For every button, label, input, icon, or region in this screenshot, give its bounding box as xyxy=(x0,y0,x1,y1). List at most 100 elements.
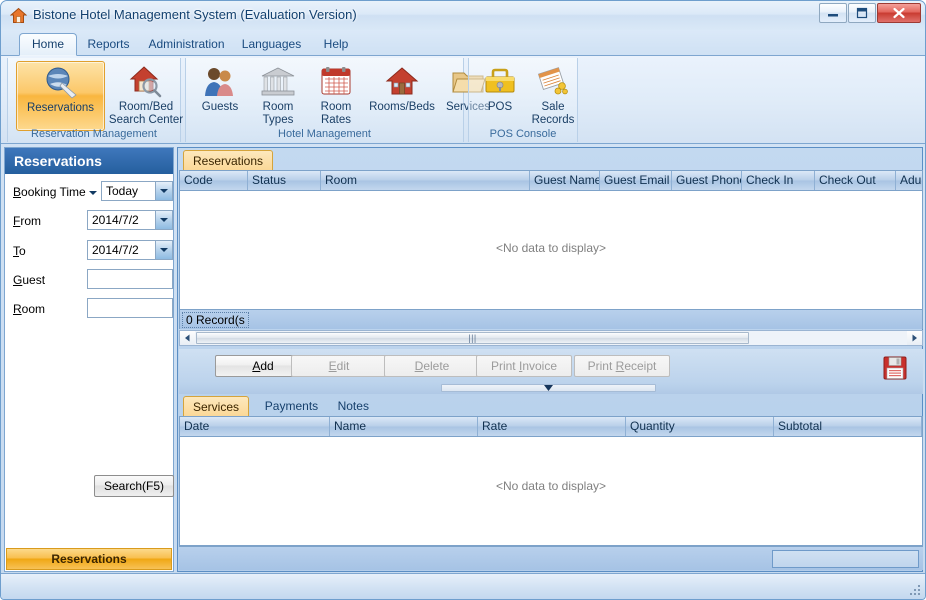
ribbon-button-rooms-beds[interactable]: Rooms/Beds xyxy=(365,61,439,123)
chevron-down-icon[interactable] xyxy=(155,182,172,200)
column-header-label: Rate xyxy=(482,419,507,433)
column-header-label: Code xyxy=(184,173,213,187)
services-column-name[interactable]: Name xyxy=(330,417,478,436)
scrollbar-thumb[interactable]: ||| xyxy=(196,332,749,344)
globe-magnifier-icon xyxy=(17,65,104,99)
window-title: Bistone Hotel Management System (Evaluat… xyxy=(33,7,357,22)
tab-label: Notes xyxy=(338,399,369,413)
booking-time-label: Booking Time xyxy=(13,185,86,199)
services-column-date[interactable]: Date xyxy=(180,417,330,436)
ribbon-button-guests[interactable]: Guests xyxy=(191,61,249,123)
services-grid-header: Date Name Rate Quantity Subtotal xyxy=(180,417,922,437)
menu-tab-label: Administration xyxy=(148,37,224,51)
ribbon-button-label: Reservations xyxy=(17,102,104,115)
house-icon xyxy=(10,7,27,24)
ribbon-group-pos-console: POSSale RecordsPOS Console xyxy=(468,58,578,142)
services-empty-message: <No data to display> xyxy=(180,479,922,493)
column-header-label: Adult No. xyxy=(900,173,922,187)
ribbon-group-label: POS Console xyxy=(469,128,577,140)
reservations-column-guest-name[interactable]: Guest Name xyxy=(530,171,600,190)
reservations-grid: Code Status Room Guest Name Guest EmailGuest… xyxy=(179,170,923,329)
reservations-empty-message: <No data to display> xyxy=(180,241,922,255)
detail-tab-services[interactable]: Services xyxy=(183,396,249,416)
to-date-combo[interactable]: 2014/7/2 xyxy=(87,240,173,260)
chevron-down-icon[interactable] xyxy=(155,241,172,259)
menu-tab-languages[interactable]: Languages xyxy=(233,33,310,56)
booking-time-value: Today xyxy=(106,184,138,198)
reservations-column-guest-phone[interactable]: Guest Phone xyxy=(672,171,742,190)
reservations-column-code[interactable]: Code xyxy=(180,171,248,190)
people-icon xyxy=(191,64,249,98)
tab-label: Payments xyxy=(265,399,318,413)
menu-tab-administration[interactable]: Administration xyxy=(140,33,233,56)
menu-tab-reports[interactable]: Reports xyxy=(77,33,140,56)
scroll-right-arrow-icon[interactable] xyxy=(907,331,922,345)
reservations-column-check-out[interactable]: Check Out xyxy=(815,171,896,190)
reservations-horizontal-scrollbar[interactable]: ||| xyxy=(179,330,923,346)
menu-tab-help[interactable]: Help xyxy=(310,33,362,56)
booking-time-combo[interactable]: Today xyxy=(101,181,173,201)
ribbon-group-label: Reservation Management xyxy=(8,128,180,140)
maximize-button[interactable] xyxy=(848,3,876,23)
column-header-label: Guest Email xyxy=(604,173,669,187)
reservations-column-adult-no[interactable]: Adult No. xyxy=(896,171,922,190)
panel-splitter[interactable] xyxy=(179,383,923,394)
ribbon-button-label: POS xyxy=(474,101,526,114)
menu-tab-label: Help xyxy=(324,37,349,51)
ribbon-button-pos[interactable]: POS xyxy=(474,61,526,123)
minimize-button[interactable] xyxy=(819,3,847,23)
sidebar-reservations-nav-button[interactable]: Reservations xyxy=(6,548,172,570)
detail-tab-notes[interactable]: Notes xyxy=(329,396,378,416)
house-magnifier-icon xyxy=(106,64,186,98)
column-header-label: Room xyxy=(325,173,357,187)
guest-input[interactable] xyxy=(87,269,173,289)
reservations-tab-strip: Reservations xyxy=(178,150,922,170)
ribbon-group-hotel-management: GuestsRoom TypesRoom RatesRooms/BedsServ… xyxy=(185,58,464,142)
save-button[interactable] xyxy=(876,352,914,384)
reservations-column-guest-email[interactable]: Guest Email xyxy=(600,171,672,190)
menu-tab-home[interactable]: Home xyxy=(19,33,77,56)
room-label: Room xyxy=(13,302,45,316)
search-button[interactable]: Search(F5) xyxy=(94,475,174,497)
reservations-column-room[interactable]: Room xyxy=(321,171,530,190)
print-receipt-button: Print Receipt xyxy=(574,355,670,377)
column-header-label: Guest Name xyxy=(534,173,600,187)
column-header-label: Name xyxy=(334,419,366,433)
close-button[interactable] xyxy=(877,3,921,23)
detail-tab-payments[interactable]: Payments xyxy=(256,396,327,416)
sidebar-title: Reservations xyxy=(5,148,173,174)
services-footer-bar xyxy=(179,546,923,570)
chevron-down-icon[interactable] xyxy=(155,211,172,229)
ribbon-button-reservations[interactable]: Reservations xyxy=(16,61,105,131)
services-column-quantity[interactable]: Quantity xyxy=(626,417,774,436)
resize-grip-icon[interactable] xyxy=(908,583,922,597)
room-input[interactable] xyxy=(87,298,173,318)
reservations-column-check-in[interactable]: Check In xyxy=(742,171,815,190)
services-total-field[interactable] xyxy=(772,550,919,568)
from-date-combo[interactable]: 2014/7/2 xyxy=(87,210,173,230)
from-label: From xyxy=(13,214,41,228)
services-column-subtotal[interactable]: Subtotal xyxy=(774,417,922,436)
print-invoice-button: Print Invoice xyxy=(476,355,572,377)
services-column-rate[interactable]: Rate xyxy=(478,417,626,436)
column-header-label: Check In xyxy=(746,173,793,187)
reservations-column-status[interactable]: Status xyxy=(248,171,321,190)
ribbon-button-room-types[interactable]: Room Types xyxy=(249,61,307,131)
title-bar: Bistone Hotel Management System (Evaluat… xyxy=(1,1,925,30)
column-header-label: Quantity xyxy=(630,419,675,433)
bank-icon xyxy=(249,64,307,98)
delete-button: Delete xyxy=(384,355,480,377)
tab-label: Services xyxy=(193,400,239,414)
ribbon-button-room-bed-search-center[interactable]: Room/Bed Search Center xyxy=(106,61,186,131)
scroll-left-arrow-icon[interactable] xyxy=(180,331,195,345)
ribbon-group-label: Hotel Management xyxy=(186,128,463,140)
splitter-collapse-handle[interactable] xyxy=(441,384,656,392)
booking-time-menu-arrow-icon[interactable] xyxy=(89,191,97,195)
tab-reservations[interactable]: Reservations xyxy=(183,150,273,170)
guest-label: Guest xyxy=(13,273,45,287)
ribbon-button-sale-records[interactable]: Sale Records xyxy=(524,61,582,131)
ribbon-group-reservation-management: ReservationsRoom/Bed Search CenterReserv… xyxy=(7,58,181,142)
ribbon-button-room-rates[interactable]: Room Rates xyxy=(307,61,365,131)
services-grid: Date Name Rate Quantity Subtotal <No data to… xyxy=(179,416,923,546)
tab-label: Reservations xyxy=(193,154,263,168)
